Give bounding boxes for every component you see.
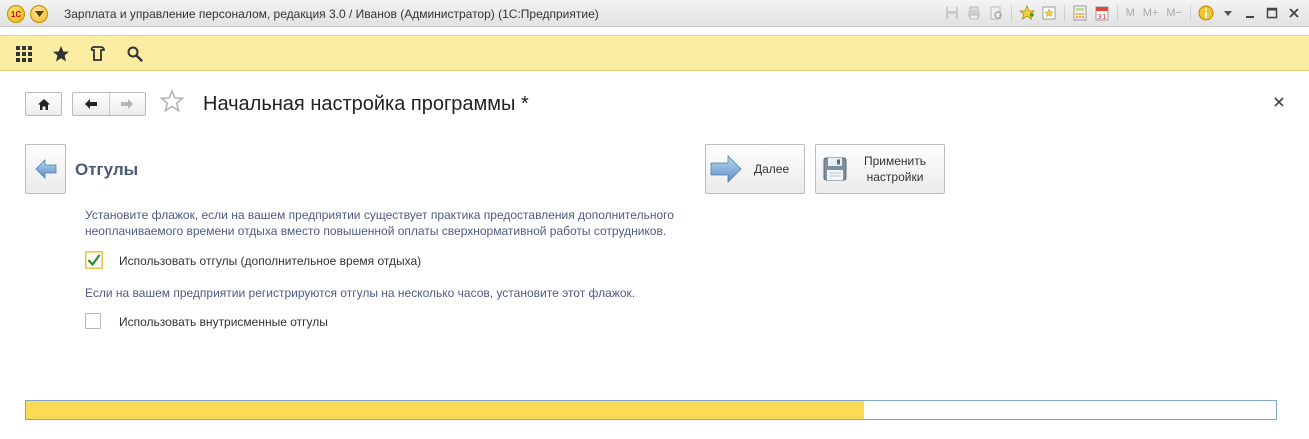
apply-label-line1: Применить bbox=[864, 154, 927, 168]
add-favorite-icon[interactable] bbox=[1018, 4, 1036, 22]
sections-panel bbox=[0, 35, 1309, 71]
use-time-off-label[interactable]: Использовать отгулы (дополнительное врем… bbox=[119, 254, 421, 268]
favorite-star-icon[interactable] bbox=[159, 88, 185, 120]
main-menu-button[interactable] bbox=[30, 5, 48, 23]
print-icon[interactable] bbox=[965, 4, 983, 22]
use-time-off-checkbox[interactable] bbox=[85, 251, 103, 269]
favorites-list-icon[interactable] bbox=[1040, 4, 1058, 22]
maximize-icon[interactable] bbox=[1263, 4, 1281, 22]
star-icon[interactable] bbox=[50, 43, 72, 65]
toolbar-divider bbox=[1010, 5, 1012, 21]
memory-plus-button[interactable]: M+ bbox=[1141, 4, 1161, 22]
toolbar-divider bbox=[1116, 5, 1118, 21]
home-button[interactable] bbox=[25, 92, 62, 116]
progress-fill bbox=[26, 401, 864, 419]
preview-icon[interactable] bbox=[987, 4, 1005, 22]
hint-text-1-line1: Установите флажок, если на вашем предпри… bbox=[85, 208, 674, 222]
info-icon[interactable] bbox=[1197, 4, 1215, 22]
titlebar-toolbar: 31 M M+ M− bbox=[943, 3, 1303, 23]
back-button[interactable] bbox=[73, 98, 109, 110]
arrow-left-icon bbox=[84, 99, 97, 109]
hint-text-1-line2: неоплачиваемого времени отдыха вместо по… bbox=[85, 224, 667, 238]
next-button-label: Далее bbox=[754, 162, 790, 176]
nav-history-buttons bbox=[72, 92, 146, 116]
home-icon bbox=[37, 98, 50, 110]
memory-minus-button[interactable]: M− bbox=[1164, 4, 1184, 22]
checkmark-icon bbox=[87, 254, 101, 267]
logo-text: 1С bbox=[10, 9, 22, 19]
wizard-progress-bar bbox=[25, 400, 1277, 420]
step-title: Отгулы bbox=[75, 160, 139, 179]
page-title: Начальная настройка программы * bbox=[203, 93, 529, 115]
hint-text-1: Установите флажок, если на вашем предпри… bbox=[85, 207, 674, 239]
close-icon[interactable] bbox=[1274, 94, 1284, 112]
apply-settings-button[interactable]: Применить настройки bbox=[815, 144, 945, 194]
forward-button[interactable] bbox=[109, 98, 145, 110]
use-intrashift-time-off-label[interactable]: Использовать внутрисменные отгулы bbox=[119, 315, 328, 329]
svg-text:31: 31 bbox=[1097, 13, 1106, 21]
history-icon[interactable] bbox=[87, 43, 109, 65]
arrow-left-icon bbox=[34, 159, 56, 179]
chevron-down-icon bbox=[34, 11, 44, 17]
chevron-down-icon[interactable] bbox=[1219, 4, 1237, 22]
previous-step-button[interactable] bbox=[25, 144, 66, 194]
toolbar-divider bbox=[1063, 5, 1065, 21]
window-close-icon[interactable] bbox=[1285, 4, 1303, 22]
calculator-icon[interactable] bbox=[1071, 4, 1089, 22]
save-icon[interactable] bbox=[943, 4, 961, 22]
minimize-icon[interactable] bbox=[1241, 4, 1259, 22]
apply-settings-label: Применить настройки bbox=[864, 153, 926, 185]
use-intrashift-time-off-checkbox[interactable] bbox=[85, 313, 101, 329]
arrow-right-icon bbox=[710, 155, 742, 183]
window-titlebar: 1С Зарплата и управление персоналом, ред… bbox=[0, 0, 1309, 27]
grid-icon[interactable] bbox=[13, 43, 35, 65]
search-icon[interactable] bbox=[124, 43, 146, 65]
calendar-icon[interactable]: 31 bbox=[1093, 4, 1111, 22]
window-title: Зарплата и управление персоналом, редакц… bbox=[64, 7, 599, 21]
hint-text-2: Если на вашем предприятии регистрируются… bbox=[85, 286, 636, 300]
next-button[interactable]: Далее bbox=[705, 144, 805, 194]
floppy-disk-icon bbox=[822, 157, 848, 181]
arrow-right-icon bbox=[121, 99, 134, 109]
apply-label-line2: настройки bbox=[866, 170, 924, 184]
app-logo-icon[interactable]: 1С bbox=[7, 5, 25, 23]
memory-m-button[interactable]: M bbox=[1124, 4, 1137, 22]
toolbar-divider bbox=[1190, 5, 1191, 21]
